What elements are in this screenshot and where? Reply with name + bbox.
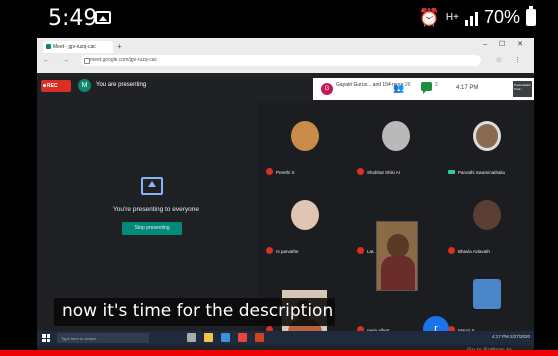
mic-muted-icon [357,247,364,254]
avatar[interactable]: M [78,79,91,92]
phone-status-bar: 5:49 ⏰ H+ 70% [0,0,558,36]
tray-time[interactable]: 4:17 PM [492,334,509,339]
mobile-data-indicator: H+ [445,12,459,23]
people-count: 26 [405,82,411,88]
participant-tile[interactable]: Manoj S [442,262,534,340]
mic-on-icon [448,170,455,174]
video-person-head [387,234,409,258]
new-tab-icon[interactable]: + [117,42,122,51]
task-view-icon[interactable] [187,333,196,342]
alarm-icon: ⏰ [418,7,440,27]
participant-tile[interactable]: Shobhat Shiki AI [351,104,443,182]
participant-avatar [382,121,410,151]
battery-percent: 70% [483,7,520,27]
system-tray: 4:17 PM 2/27/2020 [492,334,530,339]
video-caption: now it's time for the description [54,298,335,326]
window-controls[interactable]: – ☐ ✕ [483,40,528,48]
store-icon[interactable] [221,333,230,342]
mic-muted-icon [448,247,455,254]
participant-name: rs parvathe [276,249,299,254]
clock: 5:49 [48,6,98,31]
gallery-notification-icon [95,11,111,24]
participant-avatar [291,200,319,230]
tray-date[interactable]: 2/27/2020 [510,334,530,339]
taskbar-search-input[interactable]: Type here to search [57,333,149,343]
participant-tile[interactable]: rs parvathe [260,183,352,261]
chrome-icon[interactable] [238,333,247,342]
participant-avatar [473,121,501,151]
participant-video[interactable] [376,221,418,291]
windows-taskbar: Type here to search 4:17 PM 2/27/2020 [37,331,534,345]
participant-name: Shobhat Shiki AI [367,170,401,175]
chat-icon[interactable] [421,82,432,94]
participant-name: Preethi S [276,170,295,175]
address-bar[interactable]: meet.google.com/jgv-ruzq-cac [81,55,481,66]
people-icon[interactable]: 👥 [393,83,404,94]
stop-presenting-button[interactable]: Stop presenting [122,222,182,235]
browser-menu-icons[interactable]: ☆ ⋮ [496,56,526,64]
mic-muted-icon [357,168,364,175]
powerpoint-icon[interactable] [255,333,264,342]
file-explorer-icon[interactable] [204,333,213,342]
video-letterbox-right [534,36,558,350]
presentation-area: You're presenting to everyone Stop prese… [41,146,271,308]
participant-tile[interactable]: Preethi S [260,104,352,182]
participant-avatar [473,200,501,230]
video-progress-bar[interactable] [0,350,558,356]
browser-chrome: Meet - jgv-ruzq-cac + – ☐ ✕ ← → ⟳ meet.g… [37,38,534,73]
recording-badge: REC [41,80,71,92]
participant-avatar [291,121,319,151]
mic-muted-icon [266,168,273,175]
meet-toolbar: G Gayatri Gurus... and 154 more 👥 26 2 4… [313,78,534,100]
video-person-body [381,256,415,290]
guest-avatar: G [321,83,333,95]
participant-avatar [473,279,501,309]
participant-name: Bhavla Avlavath [458,249,490,254]
participant-tile[interactable]: Parvathi Swaminathaku [442,104,534,182]
video-letterbox-left [0,36,10,350]
battery-icon [526,6,536,26]
windows-start-icon[interactable] [42,334,50,342]
mic-muted-icon [266,247,273,254]
chat-count: 2 [435,82,438,88]
participant-name: Parvathi Swaminathaku [458,170,506,175]
present-screen-icon [141,177,163,195]
signal-icon [464,10,478,26]
taskbar-apps [187,333,264,342]
participant-tile[interactable]: Bhavla Avlavath [442,183,534,261]
presenting-status: You are presenting [96,82,147,88]
presentation-thumbnail[interactable]: Presentation Prod... [513,81,532,97]
presenting-message: You're presenting to everyone [113,206,199,213]
browser-tab[interactable]: Meet - jgv-ruzq-cac [43,41,113,53]
status-icons: ⏰ H+ 70% [418,6,536,28]
meeting-clock: 4:17 PM [456,85,479,91]
